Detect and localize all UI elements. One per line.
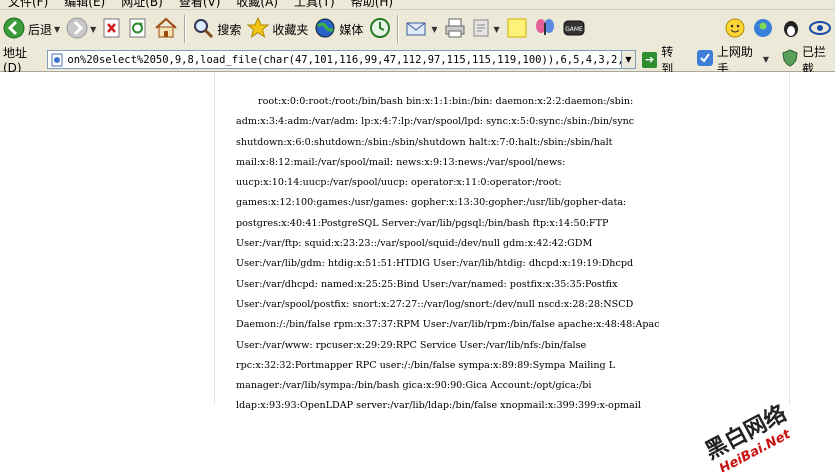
home-icon <box>154 17 178 42</box>
search-button[interactable]: 搜索 <box>189 13 244 45</box>
forward-arrow-icon <box>66 17 88 42</box>
menu-edit[interactable]: 编辑(E) <box>56 0 113 9</box>
edit-page-icon <box>472 17 492 42</box>
text-line: User:/var/dhcpd: named:x:25:25:Bind User… <box>236 278 618 290</box>
notes-button[interactable] <box>503 13 531 45</box>
text-line: Daemon:/:/bin/false rpm:x:37:37:RPM User… <box>236 319 660 331</box>
address-input[interactable]: on%20select%2050,9,8,load_file(char(47,1… <box>47 50 622 69</box>
svg-text:GAME: GAME <box>565 26 583 33</box>
favorites-button[interactable]: 收藏夹 <box>244 13 311 45</box>
page-icon <box>50 53 64 67</box>
mail-dropdown-icon[interactable]: ▼ <box>431 25 437 34</box>
game-icon: GAME <box>562 17 586 42</box>
edit-dropdown-icon[interactable]: ▼ <box>494 25 500 34</box>
favorites-label: 收藏夹 <box>272 22 309 37</box>
toolbar-separator <box>397 15 400 43</box>
penguin-icon <box>780 17 802 42</box>
sticky-note-icon <box>506 17 528 42</box>
page-viewport: root:x:0:0:root:/root:/bin/bash bin:x:1:… <box>0 72 835 472</box>
print-button[interactable] <box>441 13 469 45</box>
menu-help[interactable]: 帮助(H) <box>343 0 401 9</box>
text-line: adm:x:3:4:adm:/var/adm: lp:x:4:7:lp:/var… <box>236 116 635 128</box>
mail-icon <box>405 17 429 42</box>
text-line: postgres:x:40:41:PostgreSQL Server:/var/… <box>236 217 609 229</box>
game-button[interactable]: GAME <box>559 13 589 45</box>
stop-icon <box>102 17 122 42</box>
address-url[interactable]: on%20select%2050,9,8,load_file(char(47,1… <box>67 54 620 66</box>
ie-logo-icon <box>808 17 832 42</box>
mail-button[interactable]: ▼ <box>402 13 440 45</box>
smiley-icon <box>724 17 746 42</box>
assistant-icon <box>696 49 714 70</box>
media-button[interactable]: 媒体 <box>311 13 366 45</box>
go-arrow-icon: ➔ <box>642 51 658 68</box>
edit-button[interactable]: ▼ <box>469 13 503 45</box>
text-line: User:/var/spool/postfix: snort:x:27:27::… <box>236 298 634 310</box>
search-icon <box>192 17 214 42</box>
back-label: 后退 <box>28 22 53 37</box>
watermark-logo: 黑白网络 HeiBai.Net <box>701 400 794 472</box>
media-globe-icon <box>314 17 336 42</box>
refresh-button[interactable] <box>125 13 151 45</box>
qq-button[interactable] <box>777 13 805 45</box>
text-line: uucp:x:10:14:uucp:/var/spool/uucp: opera… <box>236 177 562 189</box>
menu-file[interactable]: 文件(F) <box>0 0 56 9</box>
text-line: User:/var/lib/gdm: htdig:x:51:51:HTDIG U… <box>236 258 634 270</box>
forward-button[interactable]: ▼ <box>63 13 99 45</box>
passwd-text: root:x:0:0:root:/root:/bin/bash bin:x:1:… <box>236 92 756 417</box>
back-dropdown-icon[interactable]: ▼ <box>54 25 60 34</box>
menu-favorites[interactable]: 收藏(A) <box>228 0 286 9</box>
history-button[interactable] <box>366 13 394 45</box>
back-arrow-icon <box>3 17 25 42</box>
history-icon <box>369 17 391 42</box>
assistant-dropdown-icon[interactable]: ▼ <box>763 55 769 64</box>
msn-icon <box>752 17 774 42</box>
menu-tools[interactable]: 工具(T) <box>286 0 343 9</box>
stop-button[interactable] <box>99 13 125 45</box>
text-line: shutdown:x:6:0:shutdown:/sbin:/sbin/shut… <box>236 136 613 148</box>
address-bar: 地址(D) on%20select%2050,9,8,load_file(cha… <box>0 45 835 76</box>
ie-button[interactable] <box>805 13 835 45</box>
toolbar-separator <box>184 15 187 43</box>
star-icon <box>246 16 270 42</box>
back-button[interactable]: 后退 ▼ <box>0 13 63 45</box>
printer-icon <box>444 17 466 42</box>
text-line: games:x:12:100:games:/usr/games: gopher:… <box>236 197 627 209</box>
text-line: ldap:x:93:93:OpenLDAP server:/var/lib/ld… <box>236 400 641 412</box>
menu-url[interactable]: 网址(B) <box>113 0 171 9</box>
home-button[interactable] <box>151 13 181 45</box>
address-dropdown-icon[interactable]: ▼ <box>621 50 637 69</box>
search-label: 搜索 <box>217 22 242 37</box>
text-line: rpc:x:32:32:Portmapper RPC user:/:/bin/f… <box>236 359 616 371</box>
blocker-shield-icon <box>781 49 799 70</box>
menu-bar: 文件(F) 编辑(E) 网址(B) 查看(V) 收藏(A) 工具(T) 帮助(H… <box>0 0 835 10</box>
butterfly-icon <box>534 17 556 42</box>
menu-view[interactable]: 查看(V) <box>171 0 229 9</box>
media-label: 媒体 <box>339 22 364 37</box>
messenger2-button[interactable] <box>749 13 777 45</box>
forward-dropdown-icon[interactable]: ▼ <box>90 25 96 34</box>
text-line: manager:/var/lib/sympa:/bin/bash gica:x:… <box>236 380 592 392</box>
text-line: User:/var/ftp: squid:x:23:23::/var/spool… <box>236 238 593 250</box>
text-line: User:/var/www: rpcuser:x:29:29:RPC Servi… <box>236 339 587 351</box>
smiley-button[interactable] <box>721 13 749 45</box>
messenger-button[interactable] <box>531 13 559 45</box>
text-line: root:x:0:0:root:/root:/bin/bash bin:x:1:… <box>258 96 634 107</box>
refresh-icon <box>128 17 148 42</box>
address-label: 地址(D) <box>3 46 28 75</box>
text-line: mail:x:8:12:mail:/var/spool/mail: news:x… <box>236 156 566 168</box>
